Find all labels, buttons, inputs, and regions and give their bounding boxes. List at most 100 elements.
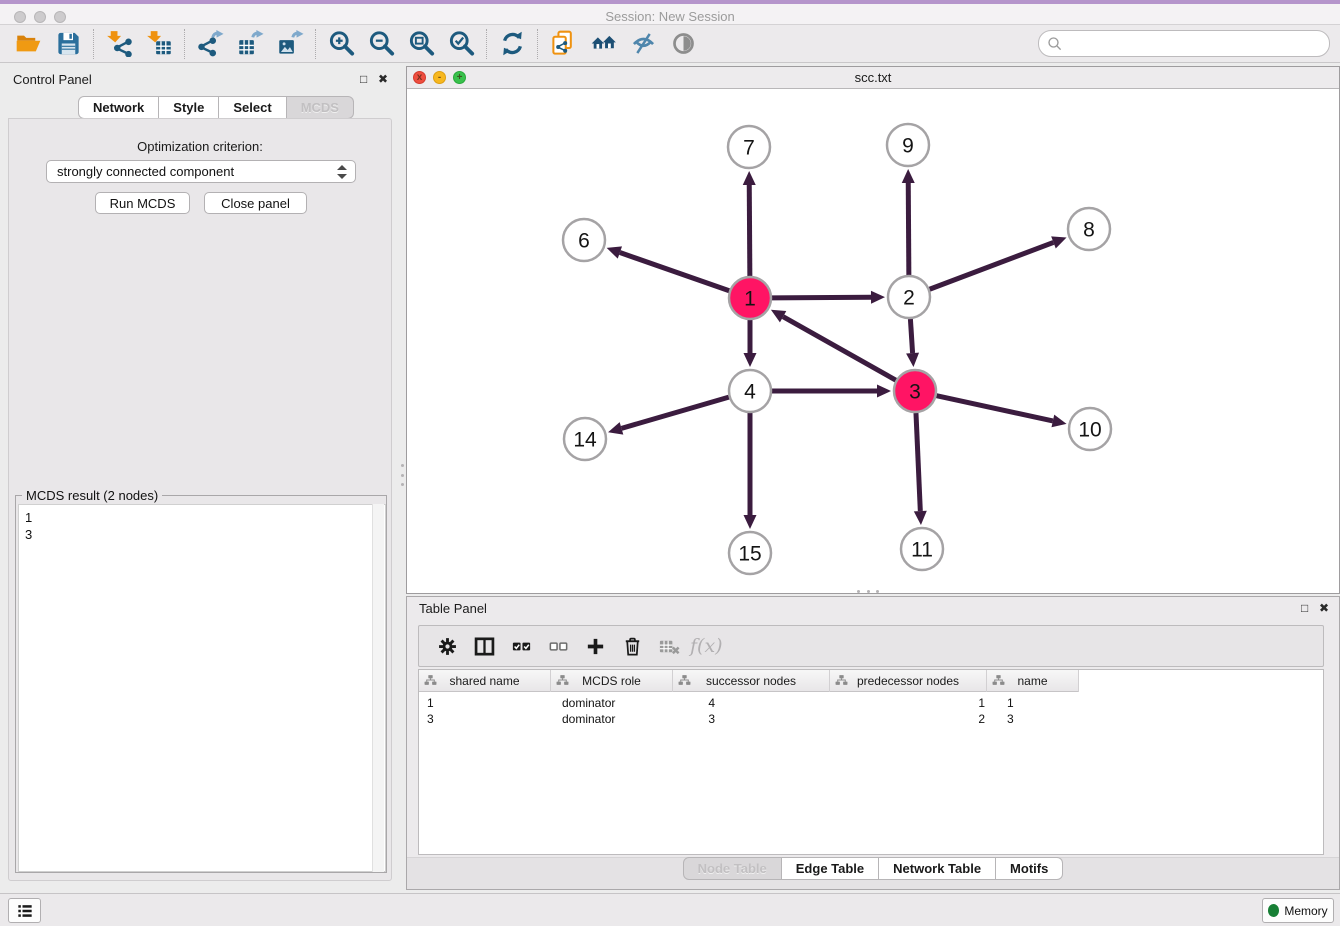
cell-name[interactable]: 3 xyxy=(987,711,1079,727)
mcds-result-list[interactable]: 1 3 xyxy=(18,504,386,872)
column-header-name[interactable]: name xyxy=(987,670,1079,692)
edge-arrowhead-1-2 xyxy=(871,291,885,304)
edge-2-3[interactable] xyxy=(910,319,912,353)
clone-network-icon xyxy=(550,30,577,57)
result-scrollbar[interactable] xyxy=(372,504,384,872)
edge-3-11[interactable] xyxy=(916,413,920,511)
window-title: Session: New Session xyxy=(0,9,1340,24)
edge-arrowhead-1-6 xyxy=(607,246,622,258)
table-settings-icon xyxy=(436,635,459,658)
export-table-button[interactable] xyxy=(230,28,270,60)
cell-MCDS-role[interactable]: dominator xyxy=(551,695,673,711)
network-view-window: x - + scc.txt 7968124314101511 xyxy=(406,66,1340,594)
import-table-button[interactable] xyxy=(139,28,179,60)
table-row[interactable]: 3dominator323 xyxy=(419,711,1079,727)
control-panel-float-button[interactable]: □ xyxy=(360,72,367,86)
edge-3-10[interactable] xyxy=(936,396,1052,421)
edge-3-1[interactable] xyxy=(783,317,896,381)
column-header-successor-nodes[interactable]: successor nodes xyxy=(673,670,830,692)
mcds-tab-content: Optimization criterion: strongly connect… xyxy=(8,118,392,881)
hide-panel-button[interactable] xyxy=(623,28,663,60)
tab-network[interactable]: Network xyxy=(78,96,159,119)
go-home-button[interactable] xyxy=(583,28,623,60)
add-column-button[interactable] xyxy=(577,629,614,663)
cell-successor-nodes[interactable]: 3 xyxy=(673,711,830,727)
tab-style[interactable]: Style xyxy=(159,96,219,119)
tab-motifs[interactable]: Motifs xyxy=(996,857,1063,880)
vertical-splitter-handle[interactable] xyxy=(401,464,404,486)
table-panel-close-button[interactable]: ✖ xyxy=(1319,601,1329,615)
zoom-in-button[interactable] xyxy=(321,28,361,60)
table-row[interactable]: 1dominator411 xyxy=(419,695,1079,711)
column-header-predecessor-nodes[interactable]: predecessor nodes xyxy=(830,670,987,692)
graph-node-label-6: 6 xyxy=(578,230,590,253)
deselect-all-rows-button[interactable] xyxy=(540,629,577,663)
table-panel-float-button[interactable]: □ xyxy=(1301,601,1308,615)
export-network-icon xyxy=(197,30,224,57)
export-network-button[interactable] xyxy=(190,28,230,60)
delete-table-button xyxy=(651,629,688,663)
graph-node-label-1: 1 xyxy=(744,288,756,311)
edge-1-7[interactable] xyxy=(749,185,750,276)
column-header-shared-name[interactable]: shared name xyxy=(419,670,551,692)
save-session-button[interactable] xyxy=(48,28,88,60)
cell-successor-nodes[interactable]: 4 xyxy=(673,695,830,711)
network-graph-canvas[interactable]: 7968124314101511 xyxy=(407,90,1339,593)
toolbar-separator xyxy=(93,29,94,59)
delete-column-button[interactable] xyxy=(614,629,651,663)
task-list-icon xyxy=(15,901,35,921)
tab-node-table[interactable]: Node Table xyxy=(683,857,782,880)
export-image-button[interactable] xyxy=(270,28,310,60)
cell-predecessor-nodes[interactable]: 2 xyxy=(830,711,987,727)
tab-mcds[interactable]: MCDS xyxy=(287,96,354,119)
edge-1-6[interactable] xyxy=(620,253,729,291)
optimization-criterion-select[interactable]: strongly connected component xyxy=(46,160,356,183)
column-header-MCDS-role[interactable]: MCDS role xyxy=(551,670,673,692)
cell-name[interactable]: 1 xyxy=(987,695,1079,711)
tab-edge-table[interactable]: Edge Table xyxy=(782,857,879,880)
edge-4-14[interactable] xyxy=(621,397,728,428)
tab-select[interactable]: Select xyxy=(219,96,286,119)
open-session-button[interactable] xyxy=(8,28,48,60)
zoom-in-icon xyxy=(328,30,355,57)
open-session-icon xyxy=(15,30,42,57)
memory-button[interactable]: Memory xyxy=(1262,898,1334,923)
close-panel-button[interactable]: Close panel xyxy=(204,192,307,214)
import-network-button[interactable] xyxy=(99,28,139,60)
refresh-layout-button[interactable] xyxy=(492,28,532,60)
cell-MCDS-role[interactable]: dominator xyxy=(551,711,673,727)
edge-arrowhead-4-3 xyxy=(877,385,891,398)
select-all-rows-icon xyxy=(510,635,533,658)
search-input[interactable] xyxy=(1038,30,1330,57)
network-window-titlebar[interactable]: x - + scc.txt xyxy=(407,67,1339,89)
table-settings-button[interactable] xyxy=(429,629,466,663)
zoom-fit-button[interactable] xyxy=(401,28,441,60)
select-all-rows-button[interactable] xyxy=(503,629,540,663)
node-table[interactable]: shared nameMCDS rolesuccessor nodesprede… xyxy=(418,669,1324,855)
tab-network-table[interactable]: Network Table xyxy=(879,857,996,880)
graph-node-label-11: 11 xyxy=(911,539,933,562)
cell-shared-name[interactable]: 3 xyxy=(419,711,551,727)
cell-shared-name[interactable]: 1 xyxy=(419,695,551,711)
table-toolbar: f(x) xyxy=(418,625,1324,667)
run-mcds-button[interactable]: Run MCDS xyxy=(95,192,190,214)
edge-2-8[interactable] xyxy=(930,242,1054,289)
mcds-result-title: MCDS result (2 nodes) xyxy=(22,488,162,503)
toolbar-separator xyxy=(486,29,487,59)
edge-1-2[interactable] xyxy=(772,297,871,298)
control-panel-close-button[interactable]: ✖ xyxy=(378,72,388,86)
sitemap-icon xyxy=(678,674,691,687)
graph-node-label-3: 3 xyxy=(909,381,921,404)
clone-network-button[interactable] xyxy=(543,28,583,60)
table-panel-title: Table Panel xyxy=(419,601,487,616)
show-panel-button[interactable] xyxy=(663,28,703,60)
zoom-selected-button[interactable] xyxy=(441,28,481,60)
task-history-button[interactable] xyxy=(8,898,41,923)
table-panel: Table Panel □ ✖ f(x) shared nameMCDS rol… xyxy=(406,596,1340,890)
horizontal-splitter-handle[interactable] xyxy=(857,590,879,593)
optimization-criterion-value: strongly connected component xyxy=(57,164,234,179)
edge-2-9[interactable] xyxy=(908,183,909,275)
cell-predecessor-nodes[interactable]: 1 xyxy=(830,695,987,711)
zoom-out-button[interactable] xyxy=(361,28,401,60)
column-visibility-button[interactable] xyxy=(466,629,503,663)
